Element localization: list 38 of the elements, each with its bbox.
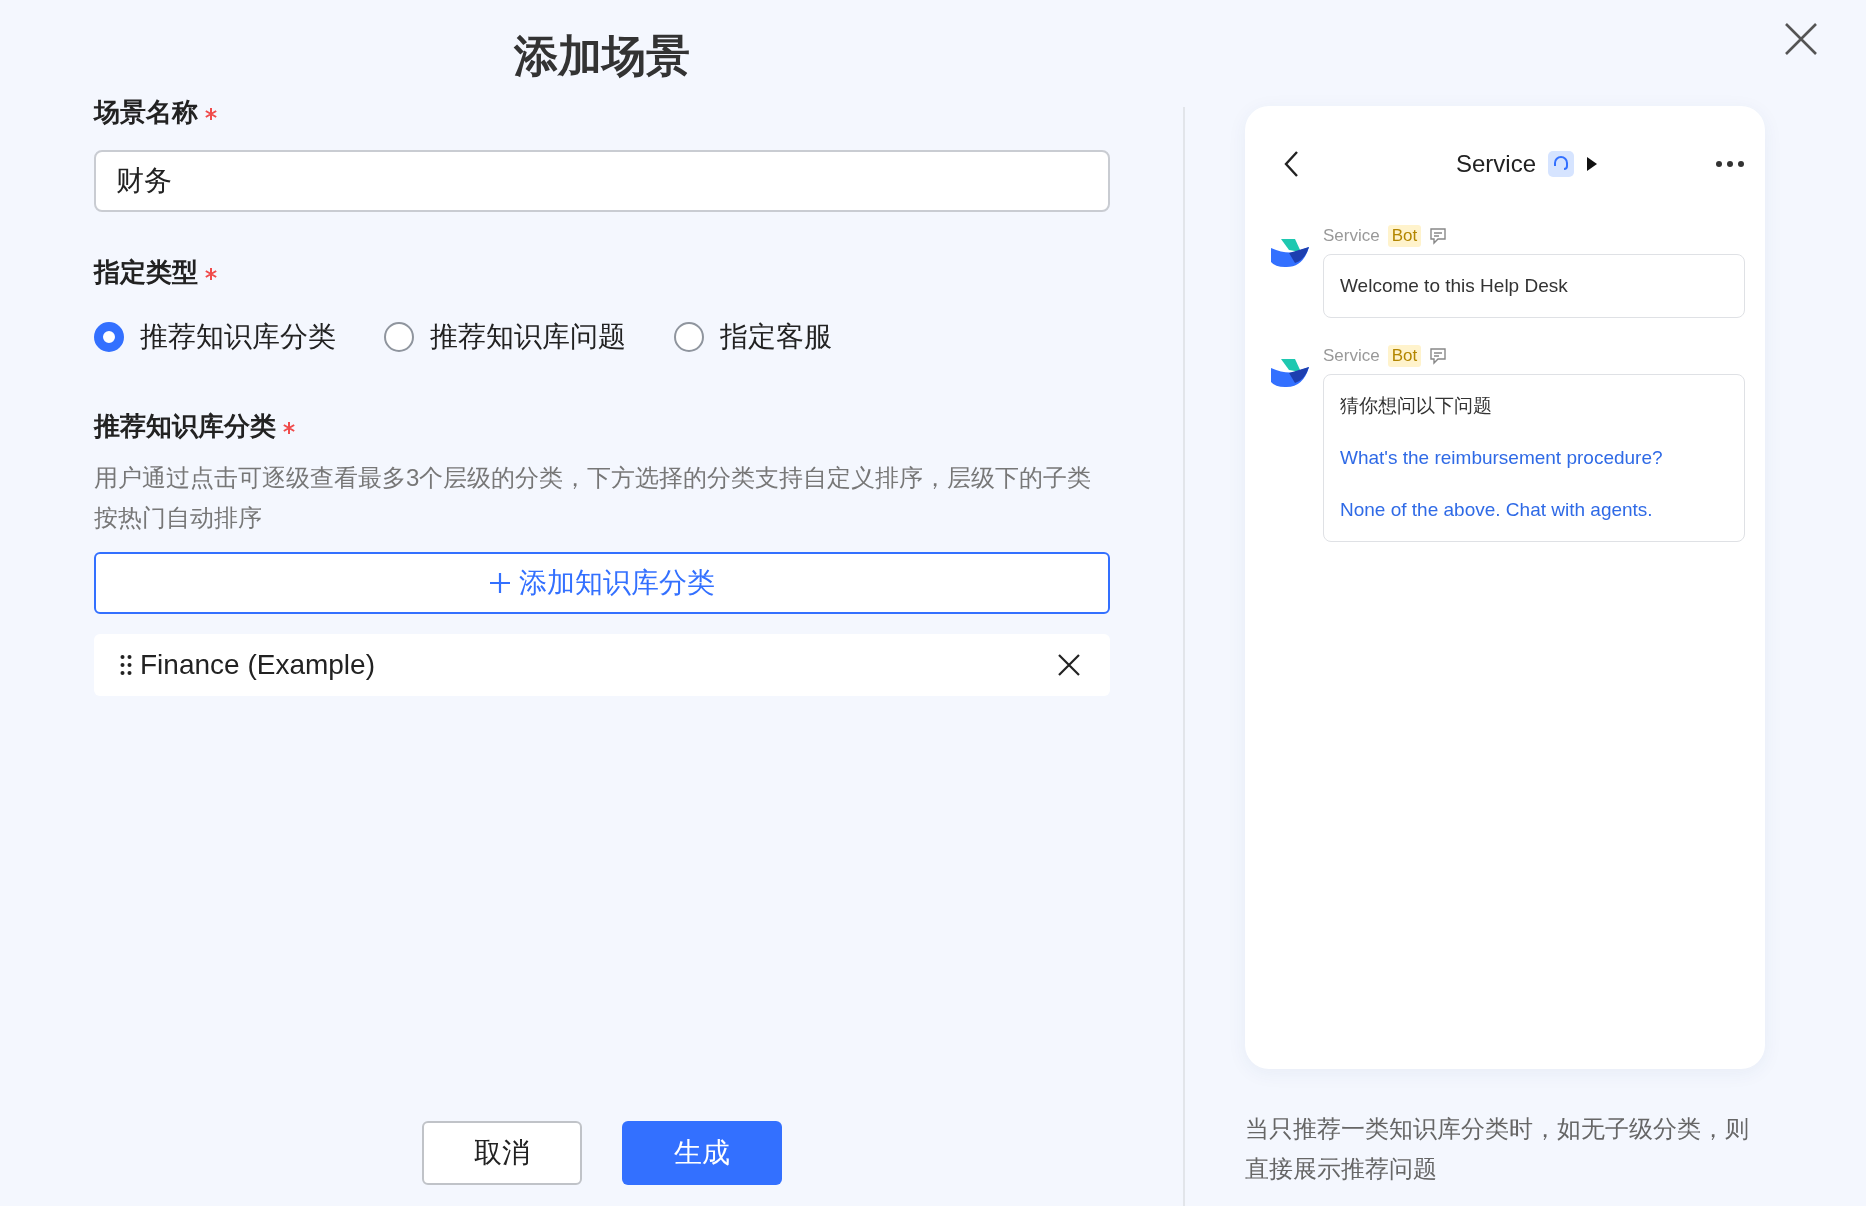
field-label: 推荐知识库分类 bbox=[94, 409, 276, 443]
bot-badge: Bot bbox=[1387, 225, 1422, 247]
sender-name: Service bbox=[1323, 346, 1380, 366]
back-icon[interactable] bbox=[1283, 150, 1299, 178]
dialog-title: 添加场景 bbox=[513, 30, 691, 82]
category-name: Finance (Example) bbox=[140, 649, 376, 681]
radio-label[interactable]: 推荐知识库分类 bbox=[140, 318, 336, 356]
field-description: 用户通过点击可逐级查看最多3个层级的分类，下方选择的分类支持自定义排序，层级下的子类按热门自动排序 bbox=[94, 463, 1093, 533]
radio-button[interactable] bbox=[94, 322, 124, 352]
more-icon[interactable] bbox=[1715, 160, 1745, 168]
bot-avatar-icon bbox=[1271, 358, 1309, 388]
preview-caption: 当只推荐一类知识库分类时，如无子级分类，则直接展示推荐问题 bbox=[1245, 1114, 1750, 1184]
radio-label[interactable]: 指定客服 bbox=[720, 318, 832, 356]
message-text: Welcome to this Help Desk bbox=[1340, 275, 1569, 297]
suggested-question-link[interactable]: What's the reimbursement procedure? bbox=[1340, 447, 1728, 469]
close-icon[interactable] bbox=[1784, 22, 1818, 56]
sender-name: Service bbox=[1323, 226, 1380, 246]
play-icon[interactable] bbox=[1586, 156, 1598, 172]
radio-label[interactable]: 推荐知识库问题 bbox=[430, 318, 626, 356]
field-label: 场景名称 bbox=[94, 95, 198, 129]
field-label: 指定类型 bbox=[94, 255, 198, 289]
generate-button[interactable]: 生成 bbox=[622, 1121, 782, 1185]
radio-button[interactable] bbox=[384, 322, 414, 352]
remove-icon[interactable] bbox=[1058, 654, 1080, 676]
comment-icon[interactable] bbox=[1429, 227, 1448, 245]
radio-button[interactable] bbox=[674, 322, 704, 352]
comment-icon[interactable] bbox=[1429, 347, 1448, 365]
suggested-question-link[interactable]: None of the above. Chat with agents. bbox=[1340, 499, 1728, 521]
cancel-button[interactable]: 取消 bbox=[422, 1121, 582, 1185]
chat-title: Service bbox=[1456, 150, 1536, 178]
bot-badge: Bot bbox=[1387, 345, 1422, 367]
add-category-button[interactable]: 添加知识库分类 bbox=[94, 552, 1110, 614]
headset-icon bbox=[1548, 151, 1574, 177]
drag-handle-icon[interactable] bbox=[120, 654, 132, 676]
message-text: 猜你想问以下问题 bbox=[1340, 395, 1493, 417]
plus-icon bbox=[489, 572, 511, 594]
name-input-field[interactable]: 财务 bbox=[94, 150, 1110, 212]
bot-avatar-icon bbox=[1271, 238, 1309, 268]
